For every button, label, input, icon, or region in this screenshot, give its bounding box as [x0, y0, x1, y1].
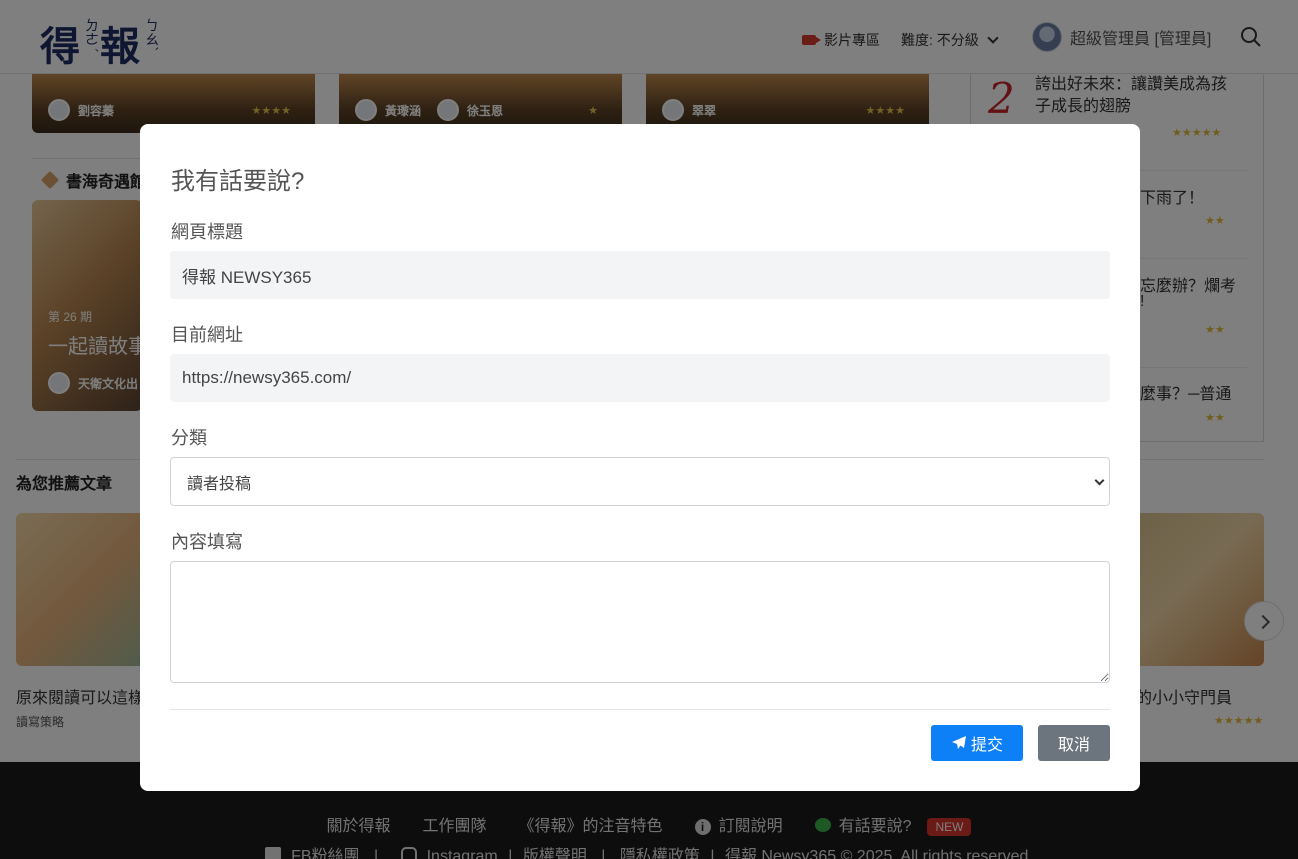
- submit-button[interactable]: 提交: [931, 725, 1023, 761]
- category-selected-value: 讀者投稿: [187, 475, 252, 493]
- category-select[interactable]: 讀者投稿: [170, 457, 1110, 506]
- page-title-input[interactable]: [170, 251, 1110, 299]
- url-input[interactable]: [170, 354, 1110, 402]
- chevron-down-icon: [1094, 475, 1105, 486]
- modal-title: 我有話要說?: [171, 168, 305, 195]
- feedback-modal: 我有話要說? 網頁標題 目前網址 分類 讀者投稿 內容填寫 提交 取消: [140, 124, 1140, 791]
- cancel-button[interactable]: 取消: [1038, 725, 1110, 761]
- content-textarea[interactable]: [170, 561, 1110, 683]
- category-label: 分類: [171, 428, 207, 448]
- content-label: 內容填寫: [171, 532, 243, 552]
- page-title-label: 網頁標題: [171, 222, 243, 242]
- paper-plane-icon: [951, 736, 966, 749]
- submit-label: 提交: [970, 737, 1003, 754]
- url-label: 目前網址: [171, 325, 243, 345]
- divider: [170, 709, 1110, 710]
- cancel-label: 取消: [1057, 737, 1090, 754]
